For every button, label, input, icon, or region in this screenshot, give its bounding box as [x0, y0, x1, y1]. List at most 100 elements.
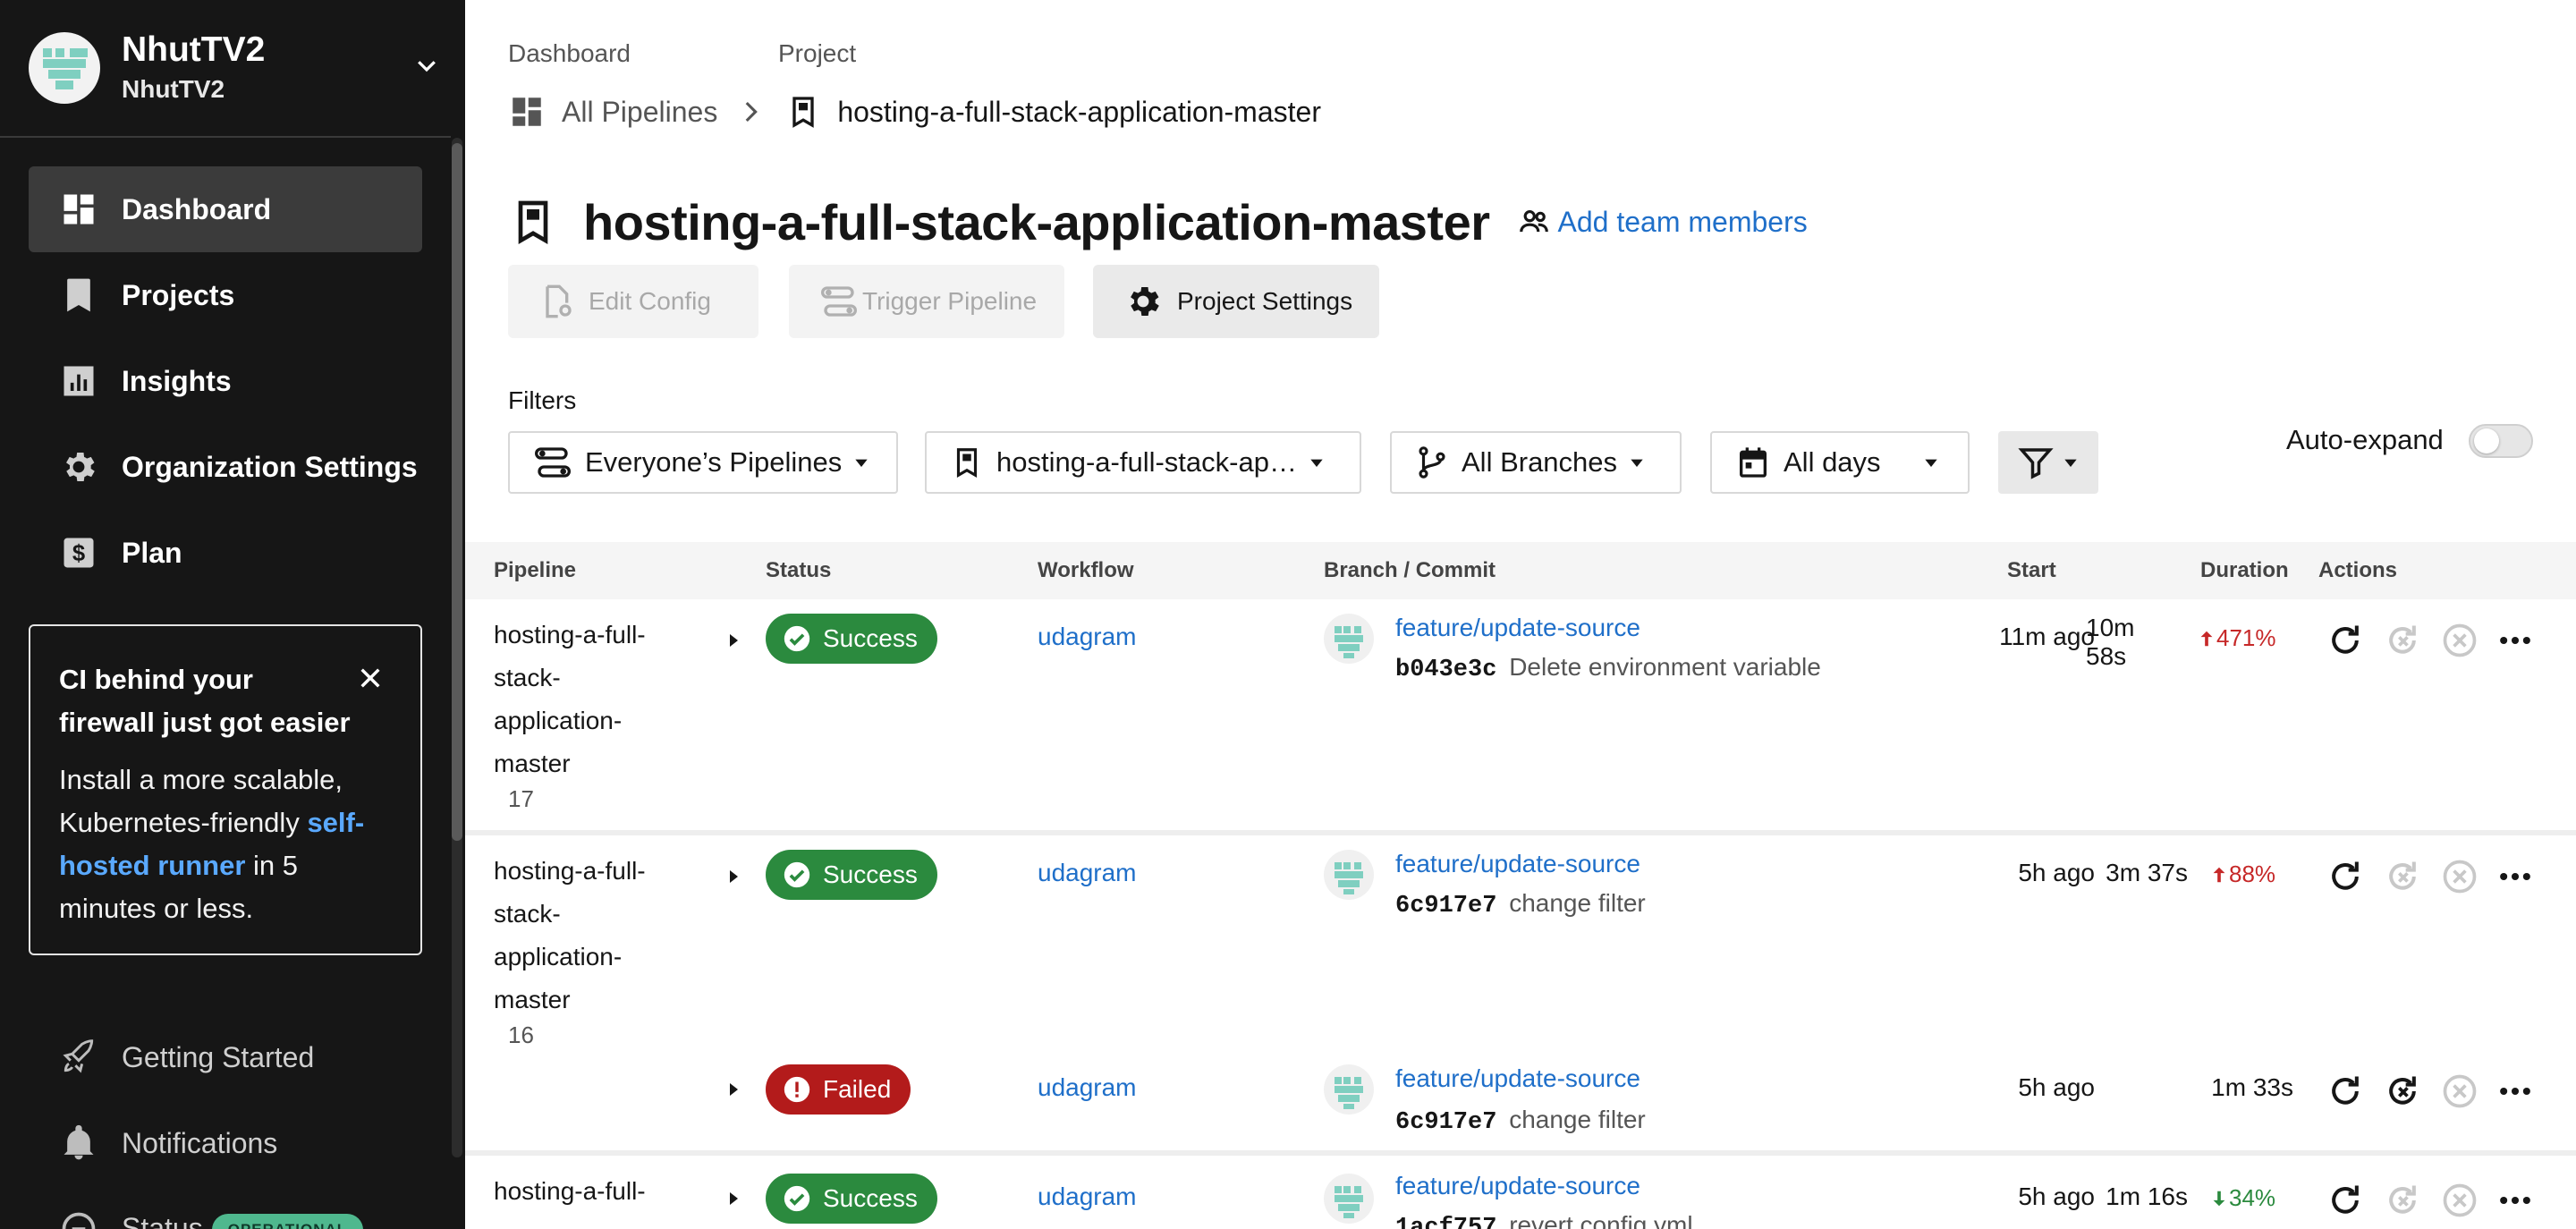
sidebar-item-organization-settings[interactable]: Organization Settings	[29, 424, 422, 510]
commit-info[interactable]: b043e3c Delete environment variable	[1395, 653, 1821, 683]
branch-link[interactable]: feature/update-source	[1395, 850, 1640, 878]
pipeline-icon	[535, 447, 572, 478]
trigger-pipeline-button[interactable]: Trigger Pipeline	[789, 265, 1064, 338]
avatar	[1324, 1174, 1374, 1224]
table-row: hosting-a-full- Success udagram feature/…	[465, 1156, 2576, 1229]
rerun-failed-icon[interactable]	[2383, 1181, 2422, 1220]
chevron-down-icon[interactable]	[413, 52, 440, 79]
caret-down-icon	[855, 459, 868, 467]
duration: 3m 37s	[2106, 859, 2188, 886]
commit-message: change filter	[1509, 889, 1646, 917]
promo-title: CI behind your firewall just got easier	[59, 664, 351, 738]
sidebar-item-label: Projects	[122, 278, 235, 311]
cancel-icon[interactable]	[2440, 1072, 2479, 1111]
bookmark-icon	[518, 200, 548, 245]
cancel-icon[interactable]	[2440, 1181, 2479, 1220]
pipelines-filter-select[interactable]: Everyone’s Pipelines	[508, 431, 898, 494]
dashboard-icon	[513, 97, 541, 126]
expand-caret-icon[interactable]	[723, 866, 744, 887]
status-badge[interactable]: Success	[766, 850, 937, 900]
edit-config-label: Edit Config	[589, 287, 711, 315]
rerun-icon[interactable]	[2326, 621, 2365, 660]
filters-label: Filters	[508, 386, 577, 414]
gear-icon	[66, 453, 95, 481]
date-filter-select[interactable]: All days	[1710, 431, 1970, 494]
pipeline-name[interactable]: hosting-a-full-	[494, 1170, 708, 1213]
breadcrumb-project[interactable]: hosting-a-full-stack-application-master	[837, 96, 1321, 129]
avatar	[1324, 614, 1374, 664]
status-badge[interactable]: Success	[766, 1174, 937, 1224]
commit-info[interactable]: 6c917e7 change filter	[1395, 1106, 1646, 1136]
advanced-filter-button[interactable]	[1998, 431, 2098, 494]
sidebar-item-status[interactable]: Status OPERATIONAL	[29, 1186, 422, 1229]
expand-caret-icon[interactable]	[723, 1188, 744, 1209]
arrow-up-icon	[2200, 631, 2213, 646]
commit-info[interactable]: 6c917e7 change filter	[1395, 889, 1646, 920]
sidebar-item-label: Organization Settings	[122, 450, 418, 483]
pipeline-name[interactable]: hosting-a-full-stack-application-master	[494, 850, 673, 1021]
gear-icon	[1131, 287, 1159, 316]
sidebar-item-getting-started[interactable]: Getting Started	[29, 1014, 422, 1100]
org-switcher[interactable]: NhutTV2 NhutTV2	[29, 29, 440, 106]
duration-change: 88%	[2209, 860, 2275, 888]
status-badge[interactable]: Success	[766, 614, 937, 664]
branch-link[interactable]: feature/update-source	[1395, 1064, 1640, 1093]
add-team-members-link[interactable]: Add team members	[1517, 205, 1808, 239]
status-label: Failed	[823, 1075, 892, 1103]
close-icon[interactable]	[356, 664, 385, 692]
commit-info[interactable]: 1acf757 revert config.yml	[1395, 1211, 1693, 1229]
project-filter-select[interactable]: hosting-a-full-stack-ap…	[925, 431, 1361, 494]
sidebar-item-notifications[interactable]: Notifications	[29, 1100, 422, 1186]
rerun-icon[interactable]	[2326, 857, 2365, 896]
edit-config-button[interactable]: Edit Config	[508, 265, 758, 338]
cancel-icon[interactable]	[2440, 621, 2479, 660]
expand-caret-icon[interactable]	[723, 630, 744, 651]
breadcrumb-all-pipelines[interactable]: All Pipelines	[562, 96, 717, 129]
status-badge[interactable]: Failed	[766, 1064, 911, 1115]
sidebar-item-insights[interactable]: Insights	[29, 338, 422, 424]
pipeline-name[interactable]: hosting-a-full-stack-application-master	[494, 614, 673, 785]
rerun-failed-icon[interactable]	[2383, 1072, 2422, 1111]
arrow-down-icon	[2213, 1191, 2225, 1206]
branch-link[interactable]: feature/update-source	[1395, 1172, 1640, 1200]
more-icon[interactable]	[2496, 1181, 2535, 1220]
commit-sha: 6c917e7	[1395, 893, 1497, 920]
rerun-failed-icon[interactable]	[2383, 621, 2422, 660]
duration: 10m 58s	[2086, 614, 2135, 670]
expand-caret-icon[interactable]	[723, 1079, 744, 1100]
workflow-link[interactable]: udagram	[1038, 1182, 1137, 1211]
sidebar-item-projects[interactable]: Projects	[29, 252, 422, 338]
people-icon	[1519, 210, 1548, 233]
auto-expand-toggle[interactable]	[2469, 424, 2533, 458]
more-icon[interactable]	[2496, 621, 2535, 660]
duration-change: 34%	[2209, 1184, 2275, 1212]
workflow-link[interactable]: udagram	[1038, 859, 1137, 887]
bookmark-icon	[792, 97, 814, 128]
commit-sha: 6c917e7	[1395, 1109, 1497, 1136]
bookmark-icon	[956, 448, 978, 479]
more-icon[interactable]	[2496, 1072, 2535, 1111]
workflow-link[interactable]: udagram	[1038, 623, 1137, 651]
sidebar-item-plan[interactable]: $ Plan	[29, 510, 422, 596]
rerun-icon[interactable]	[2326, 1181, 2365, 1220]
commit-message: revert config.yml	[1509, 1211, 1693, 1229]
project-settings-button[interactable]: Project Settings	[1093, 265, 1379, 338]
rerun-failed-icon[interactable]	[2383, 857, 2422, 896]
more-icon[interactable]	[2496, 857, 2535, 896]
sidebar: NhutTV2 NhutTV2 Dashboard Projects Insig…	[0, 0, 465, 1229]
sidebar-item-dashboard[interactable]: Dashboard	[29, 166, 422, 252]
workflow-link[interactable]: udagram	[1038, 1073, 1137, 1102]
branch-link[interactable]: feature/update-source	[1395, 614, 1640, 642]
promo-body-text: Install a more scalable, Kubernetes-frie…	[59, 764, 343, 838]
sidebar-scrollbar-thumb[interactable]	[452, 143, 462, 841]
commit-sha: 1acf757	[1395, 1215, 1497, 1229]
branch-filter-value: All Branches	[1462, 446, 1618, 478]
status-badge: OPERATIONAL	[211, 1214, 364, 1229]
filter-icon	[2018, 448, 2054, 479]
column-header-start: Start	[2007, 558, 2056, 582]
rerun-icon[interactable]	[2326, 1072, 2365, 1111]
cancel-icon[interactable]	[2440, 857, 2479, 896]
column-header-pipeline: Pipeline	[494, 558, 577, 582]
branch-filter-select[interactable]: All Branches	[1390, 431, 1682, 494]
file-settings-icon	[546, 284, 572, 318]
